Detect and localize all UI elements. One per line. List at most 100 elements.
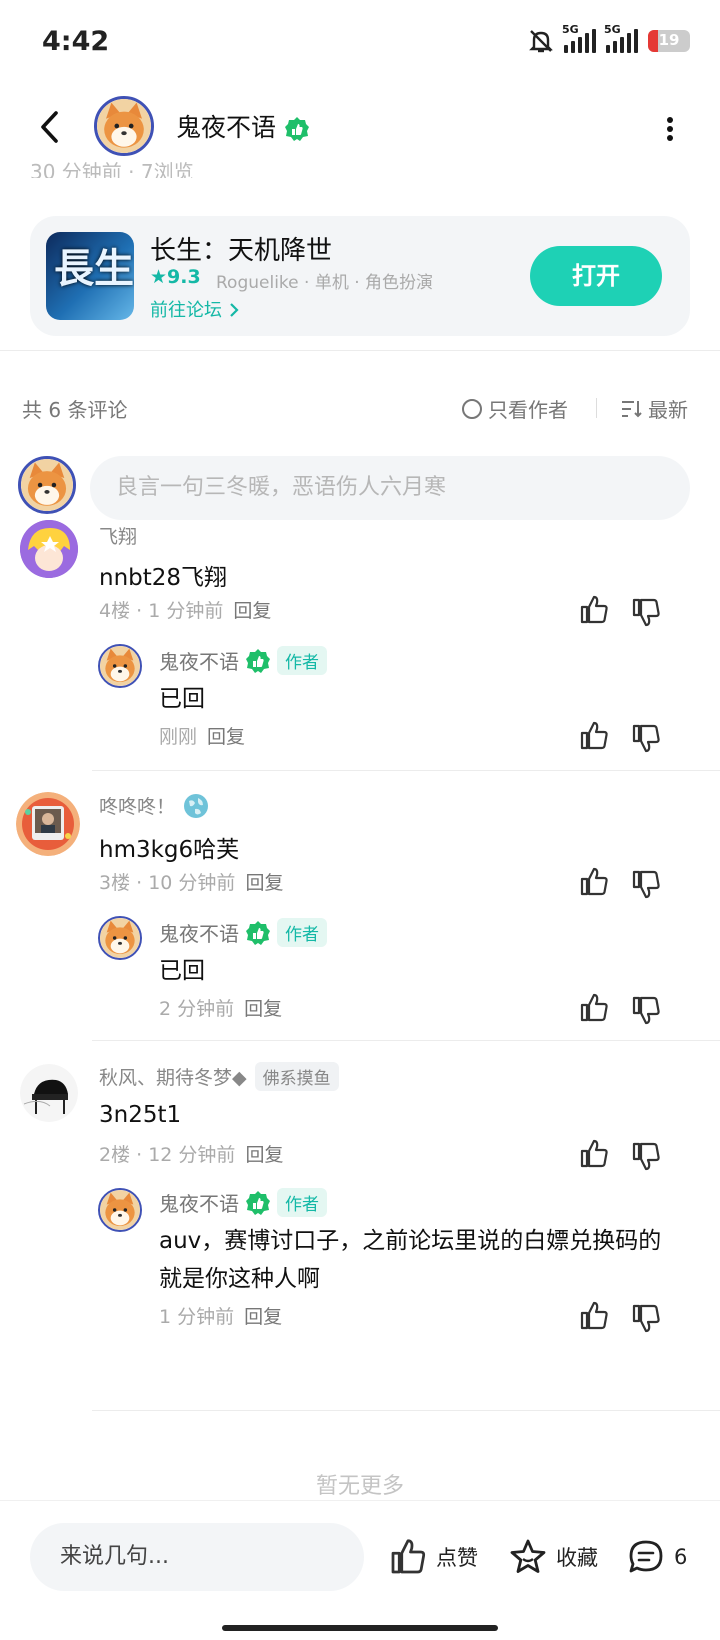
commenter-avatar[interactable] <box>20 1064 78 1122</box>
reply-button[interactable]: 回复 <box>244 998 282 1020</box>
comment-floor-time: 3楼 · 10 分钟前 <box>99 872 236 894</box>
reply-button[interactable]: 回复 <box>245 1144 283 1166</box>
commenter-name[interactable]: 秋风、期待冬梦◆ 佛系摸鱼 <box>99 1062 339 1091</box>
reply-user[interactable]: 鬼夜不语 作者 <box>159 918 327 947</box>
reply-user-name: 鬼夜不语 <box>159 1192 239 1216</box>
game-title[interactable]: 长生：天机降世 <box>150 230 332 267</box>
reply-user[interactable]: 鬼夜不语 作者 <box>159 646 327 675</box>
reply-button[interactable]: 回复 <box>245 872 283 894</box>
back-arrow-icon[interactable] <box>34 108 68 146</box>
verified-badge-icon <box>284 116 310 142</box>
status-icons: 5G 5G 19 <box>528 23 690 54</box>
thumbs-down-icon[interactable] <box>630 596 662 628</box>
thumbs-down-icon[interactable] <box>630 1140 662 1172</box>
reply-button[interactable]: 回复 <box>207 726 245 748</box>
status-time: 4:42 <box>42 26 110 57</box>
reply-text: 已回 <box>159 686 205 712</box>
thumbs-up-icon[interactable] <box>578 866 610 898</box>
commenter-avatar[interactable] <box>20 520 78 578</box>
comment-meta: 2楼 · 12 分钟前 回复 <box>99 1140 283 1167</box>
home-indicator[interactable] <box>222 1625 498 1631</box>
thumbs-up-icon[interactable] <box>578 720 610 752</box>
commenter-name-text: 秋风、期待冬梦◆ <box>99 1067 247 1089</box>
like-label: 点赞 <box>436 1546 478 1570</box>
thumbs-down-icon[interactable] <box>630 722 662 754</box>
reply-avatar[interactable] <box>98 916 142 960</box>
comment-input[interactable]: 良言一句三冬暖，恶语伤人六月寒 <box>90 456 690 520</box>
author-tag: 作者 <box>277 918 327 947</box>
dog-avatar-icon <box>97 99 151 153</box>
author-name-row[interactable]: 鬼夜不语 <box>176 108 310 144</box>
reply-user-name: 鬼夜不语 <box>159 650 239 674</box>
thumbs-up-icon[interactable] <box>578 992 610 1024</box>
bottom-comment-input[interactable]: 来说几句... <box>30 1523 364 1591</box>
thumbs-down-icon[interactable] <box>630 868 662 900</box>
game-card[interactable]: 長生 长生：天机降世 ★9.3 Roguelike · 单机 · 角色扮演 前往… <box>30 216 690 336</box>
reply-meta: 2 分钟前 回复 <box>159 994 282 1021</box>
reply-meta: 1 分钟前 回复 <box>159 1302 282 1329</box>
reply-avatar[interactable] <box>98 1188 142 1232</box>
verified-badge-icon <box>245 920 271 946</box>
top-bar: 鬼夜不语 <box>0 90 720 164</box>
post-meta-faded: 30 分钟前 · 7浏览 <box>30 160 194 178</box>
commenter-name-text: 飞翔 <box>99 526 138 548</box>
battery-level: 19 <box>658 31 680 49</box>
divider <box>92 770 720 771</box>
commenter-name[interactable]: 咚咚咚！ <box>99 792 209 819</box>
thumbs-up-icon[interactable] <box>578 1138 610 1170</box>
dog-avatar-icon <box>21 459 73 511</box>
divider <box>0 350 720 351</box>
thumbs-up-icon[interactable] <box>578 1300 610 1332</box>
verified-badge-icon <box>245 1190 271 1216</box>
comment-meta: 3楼 · 10 分钟前 回复 <box>99 868 283 895</box>
commenter-name-text: 咚咚咚！ <box>99 796 176 818</box>
thumbs-down-icon[interactable] <box>630 994 662 1026</box>
signal-icon-2: 5G <box>604 23 638 53</box>
comment-item: 飞翔 nnbt28飞翔 4楼 · 1 分钟前 回复 鬼夜不语 作者 已回 刚刚 回复 <box>0 518 720 770</box>
reply-button[interactable]: 回复 <box>244 1306 282 1328</box>
commenter-avatar[interactable] <box>16 792 80 856</box>
open-game-button[interactable]: 打开 <box>530 246 662 306</box>
reply-time: 2 分钟前 <box>159 998 235 1020</box>
radio-icon <box>462 398 482 419</box>
commenter-name[interactable]: 飞翔 <box>99 522 137 549</box>
reply-avatar[interactable] <box>98 644 142 688</box>
thumbs-up-icon[interactable] <box>578 594 610 626</box>
game-icon-text: 長生 <box>54 245 134 292</box>
sort-icon <box>622 400 642 417</box>
sort-label: 最新 <box>648 398 688 422</box>
divider <box>596 398 597 418</box>
reply-user[interactable]: 鬼夜不语 作者 <box>159 1188 327 1217</box>
piano-avatar-icon <box>20 1064 78 1122</box>
star-icon: ★ <box>150 266 168 288</box>
game-icon[interactable]: 長生 <box>46 232 134 320</box>
status-bar: 4:42 5G 5G 19 <box>0 0 720 90</box>
divider <box>92 1040 720 1041</box>
my-avatar[interactable] <box>18 456 76 514</box>
divider <box>92 1410 720 1411</box>
sort-button[interactable]: 最新 <box>620 394 688 423</box>
comment-item: 秋风、期待冬梦◆ 佛系摸鱼 3n25t1 2楼 · 12 分钟前 回复 鬼夜不语 … <box>0 1062 720 1406</box>
thumbs-down-icon[interactable] <box>630 1302 662 1334</box>
more-vertical-icon[interactable] <box>664 114 676 144</box>
reply-user-name: 鬼夜不语 <box>159 922 239 946</box>
forum-link-label: 前往论坛 <box>150 300 222 321</box>
signal-icon-1: 5G <box>562 23 596 53</box>
photo-avatar-icon <box>16 792 80 856</box>
game-tags: Roguelike · 单机 · 角色扮演 <box>216 273 434 293</box>
game-rating-value: 9.3 <box>167 266 201 288</box>
favorite-label: 收藏 <box>556 1546 598 1570</box>
author-name: 鬼夜不语 <box>176 113 277 142</box>
like-button[interactable]: 点赞 <box>388 1537 478 1577</box>
favorite-button[interactable]: 收藏 <box>508 1537 598 1577</box>
author-tag: 作者 <box>277 1188 327 1217</box>
comment-button[interactable]: 6 <box>626 1537 687 1577</box>
comment-floor-time: 4楼 · 1 分钟前 <box>99 600 224 622</box>
reply-text: auv，赛博讨口子，之前论坛里说的白嫖兑换码的就是你这种人啊 <box>159 1228 662 1292</box>
author-avatar[interactable] <box>94 96 154 156</box>
forum-link[interactable]: 前往论坛 <box>150 296 240 322</box>
bottom-bar: 来说几句... 点赞 收藏 6 <box>0 1500 720 1640</box>
reply-button[interactable]: 回复 <box>233 600 271 622</box>
game-rating: ★9.3 <box>150 266 201 288</box>
only-author-toggle[interactable]: 只看作者 <box>462 394 568 423</box>
